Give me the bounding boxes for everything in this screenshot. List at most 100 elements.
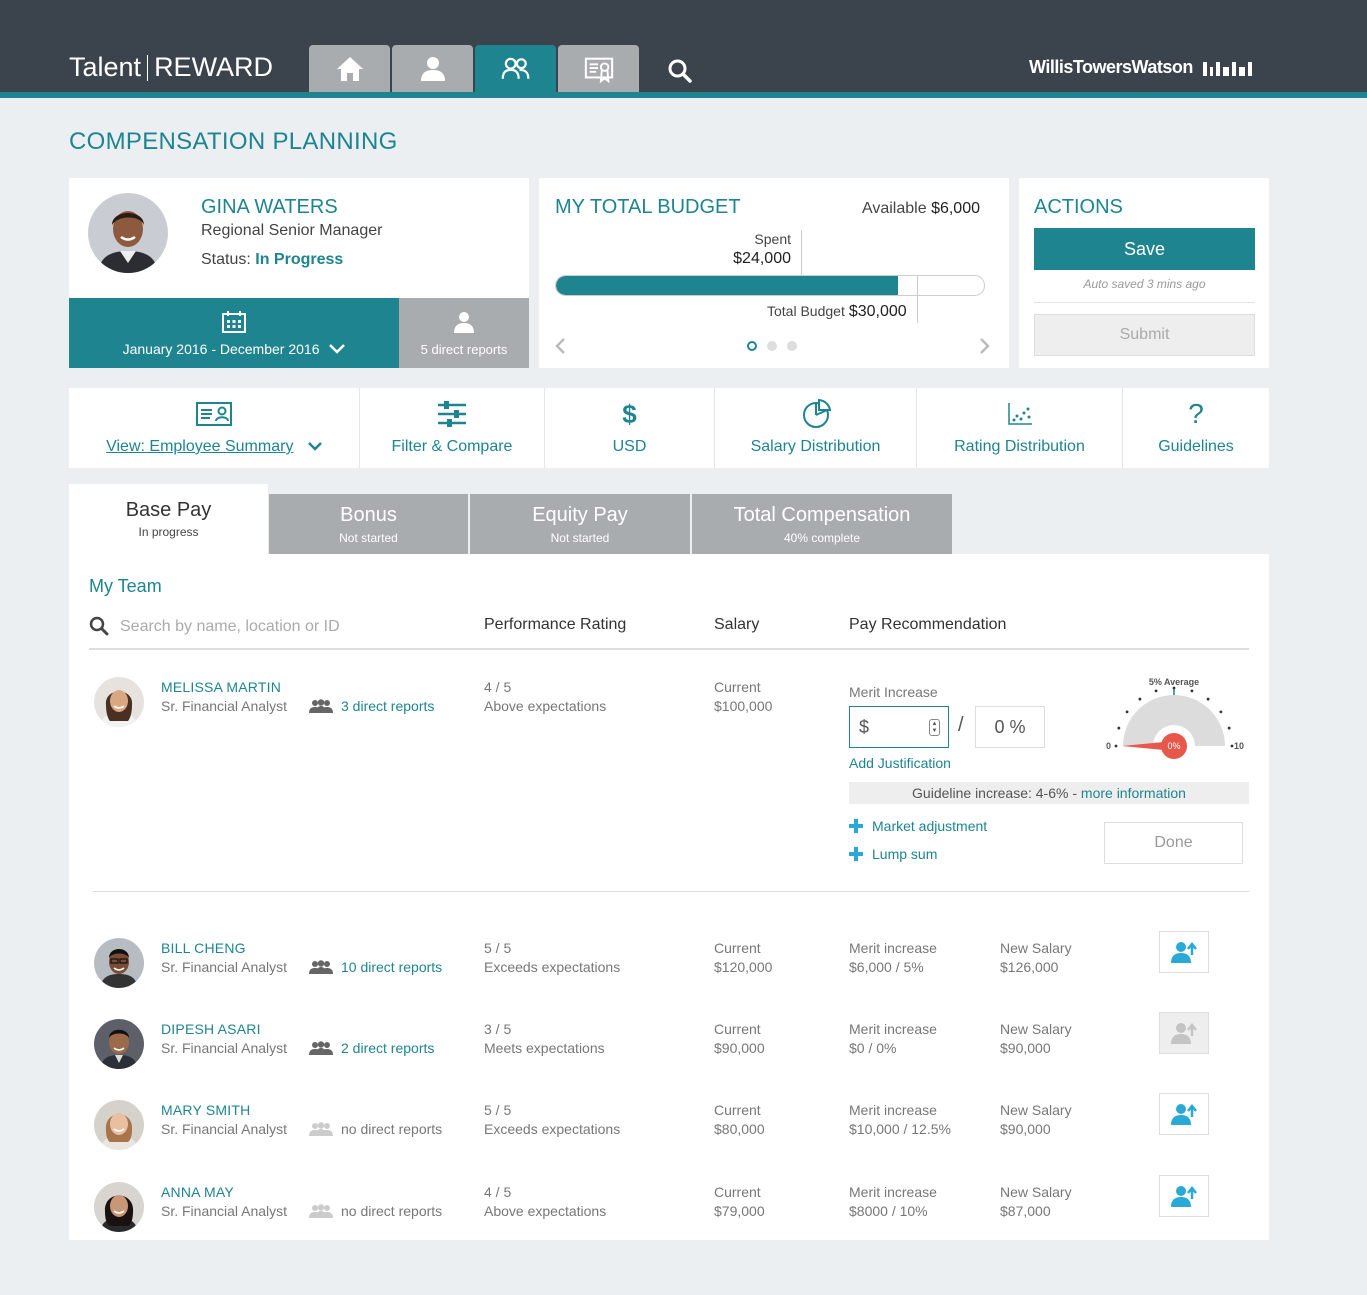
carousel-prev-button[interactable] xyxy=(551,336,571,356)
nav-search[interactable] xyxy=(664,55,696,87)
carousel-dot[interactable] xyxy=(767,341,777,351)
currency-button[interactable]: $ USD xyxy=(545,388,715,468)
question-icon: ? xyxy=(1188,398,1204,429)
brand-left: Talent xyxy=(69,52,142,82)
promote-icon xyxy=(1171,1022,1197,1044)
nav-tab-certificate[interactable] xyxy=(558,45,639,92)
employee-role: Regional Senior Manager xyxy=(201,222,383,239)
table-row: BILL CHENG Sr. Financial Analyst 10 dire… xyxy=(69,931,1269,1008)
tab-total-compensation[interactable]: Total Compensation 40% complete xyxy=(692,494,952,554)
promote-button[interactable] xyxy=(1159,931,1209,973)
team-search xyxy=(89,614,449,640)
employee-name-link[interactable]: MARY SMITH xyxy=(161,1102,250,1118)
stepper-down-icon: ▼ xyxy=(931,727,938,734)
employee-card: GINA WATERS Regional Senior Manager Stat… xyxy=(69,178,529,368)
top-bar-accent xyxy=(0,92,1367,98)
rating-distribution-button[interactable]: Rating Distribution xyxy=(917,388,1123,468)
carousel-dot[interactable] xyxy=(747,341,757,351)
team-icon xyxy=(309,1041,333,1055)
team-icon xyxy=(309,1122,333,1136)
search-icon xyxy=(668,59,692,83)
gauge-tick xyxy=(1206,697,1210,701)
promote-icon xyxy=(1171,1185,1197,1207)
budget-available-value: $6,000 xyxy=(931,200,980,217)
budget-progress-fill xyxy=(556,276,899,295)
view-selector[interactable]: View: Employee Summary xyxy=(69,388,360,468)
budget-spent-label: Spent xyxy=(754,231,791,247)
gauge-tick xyxy=(1219,710,1223,714)
guidelines-button[interactable]: ? Guidelines xyxy=(1123,388,1269,468)
carousel-next-button[interactable] xyxy=(974,336,994,356)
team-panel: My Team Performance Rating Salary Pay Re… xyxy=(69,554,1269,1240)
promote-button[interactable] xyxy=(1159,1175,1209,1217)
avatar xyxy=(94,1100,144,1150)
employee-name-link[interactable]: MELISSA MARTIN xyxy=(161,679,281,695)
merit-amount-stepper[interactable]: ▲ ▼ xyxy=(929,719,940,736)
stepper-up-icon: ▲ xyxy=(931,720,938,727)
save-button[interactable]: Save xyxy=(1034,228,1255,270)
actions-card: ACTIONS Save Auto saved 3 mins ago Submi… xyxy=(1019,178,1269,368)
merit-percent-input[interactable]: 0 % xyxy=(975,706,1045,748)
team-search-input[interactable] xyxy=(120,614,420,640)
carousel-dot[interactable] xyxy=(787,341,797,351)
tab-bonus[interactable]: Bonus Not started xyxy=(269,494,468,554)
calendar-icon xyxy=(222,311,246,333)
nav-tab-home[interactable] xyxy=(309,45,390,92)
direct-reports-text: no direct reports xyxy=(309,1203,442,1219)
add-justification-link[interactable]: Add Justification xyxy=(849,755,951,771)
budget-card: MY TOTAL BUDGET Available $6,000 Spent $… xyxy=(539,178,1009,368)
employee-status: Status: In Progress xyxy=(201,251,344,268)
nav-tab-profile[interactable] xyxy=(392,45,473,92)
budget-progress-bar xyxy=(555,275,985,296)
gauge-tick xyxy=(1138,697,1142,701)
avatar xyxy=(94,677,144,727)
employee-avatar xyxy=(88,193,168,273)
employee-name-link[interactable]: ANNA MAY xyxy=(161,1184,234,1200)
nav-tab-team[interactable] xyxy=(475,45,556,92)
tab-equity-pay[interactable]: Equity Pay Not started xyxy=(470,494,690,554)
brand-logo[interactable]: Talent REWARD xyxy=(69,52,273,83)
employee-name-link[interactable]: DIPESH ASARI xyxy=(161,1021,261,1037)
market-adjustment-link[interactable]: Market adjustment xyxy=(849,818,987,834)
guideline-banner: Guideline increase: 4-6% - more informat… xyxy=(849,782,1249,804)
promote-icon xyxy=(1171,941,1197,963)
budget-total-value: $30,000 xyxy=(848,303,907,320)
gauge-tick xyxy=(1117,726,1121,730)
salary-distribution-button[interactable]: Salary Distribution xyxy=(715,388,917,468)
direct-reports-text: no direct reports xyxy=(309,1121,442,1137)
pie-chart-icon xyxy=(802,399,831,428)
plan-period-selector[interactable]: January 2016 - December 2016 xyxy=(69,298,399,368)
more-information-link[interactable]: more information xyxy=(1081,785,1186,801)
done-button[interactable]: Done xyxy=(1104,822,1243,864)
page-title: COMPENSATION PLANNING xyxy=(69,128,398,155)
table-row: MARY SMITH Sr. Financial Analyst no dire… xyxy=(69,1093,1269,1170)
merit-amount-input[interactable]: $ ▲ ▼ xyxy=(849,706,949,748)
tab-base-pay[interactable]: Base Pay In progress xyxy=(69,484,268,554)
brand-right: REWARD xyxy=(154,52,274,82)
gauge-title: 5% Average xyxy=(1149,677,1199,687)
avatar xyxy=(94,938,144,988)
person-icon xyxy=(420,56,445,81)
carousel-dots xyxy=(747,341,797,351)
lump-sum-link[interactable]: Lump sum xyxy=(849,846,937,862)
gauge-max: 10 xyxy=(1234,741,1244,751)
direct-reports-button[interactable]: 5 direct reports xyxy=(399,298,529,368)
company-logo: WillisTowersWatson xyxy=(1029,57,1252,78)
employee-name-link[interactable]: BILL CHENG xyxy=(161,940,246,956)
direct-reports-link[interactable]: 3 direct reports xyxy=(309,698,434,714)
chevron-left-icon xyxy=(555,338,565,354)
promote-button[interactable] xyxy=(1159,1093,1209,1135)
promote-button[interactable] xyxy=(1159,1012,1209,1054)
merit-gauge: 5% Average 0 10 0% xyxy=(1106,677,1244,759)
gauge-tick xyxy=(1227,726,1231,730)
sliders-icon xyxy=(438,401,466,427)
certificate-icon xyxy=(584,57,613,83)
submit-button[interactable]: Submit xyxy=(1034,314,1255,356)
dollar-icon: $ xyxy=(622,398,637,429)
actions-title: ACTIONS xyxy=(1034,196,1123,218)
direct-reports-link[interactable]: 2 direct reports xyxy=(309,1040,434,1056)
autosave-status: Auto saved 3 mins ago xyxy=(1083,277,1206,291)
direct-reports-link[interactable]: 10 direct reports xyxy=(309,959,442,975)
person-icon xyxy=(454,312,474,333)
filter-compare-button[interactable]: Filter & Compare xyxy=(360,388,545,468)
